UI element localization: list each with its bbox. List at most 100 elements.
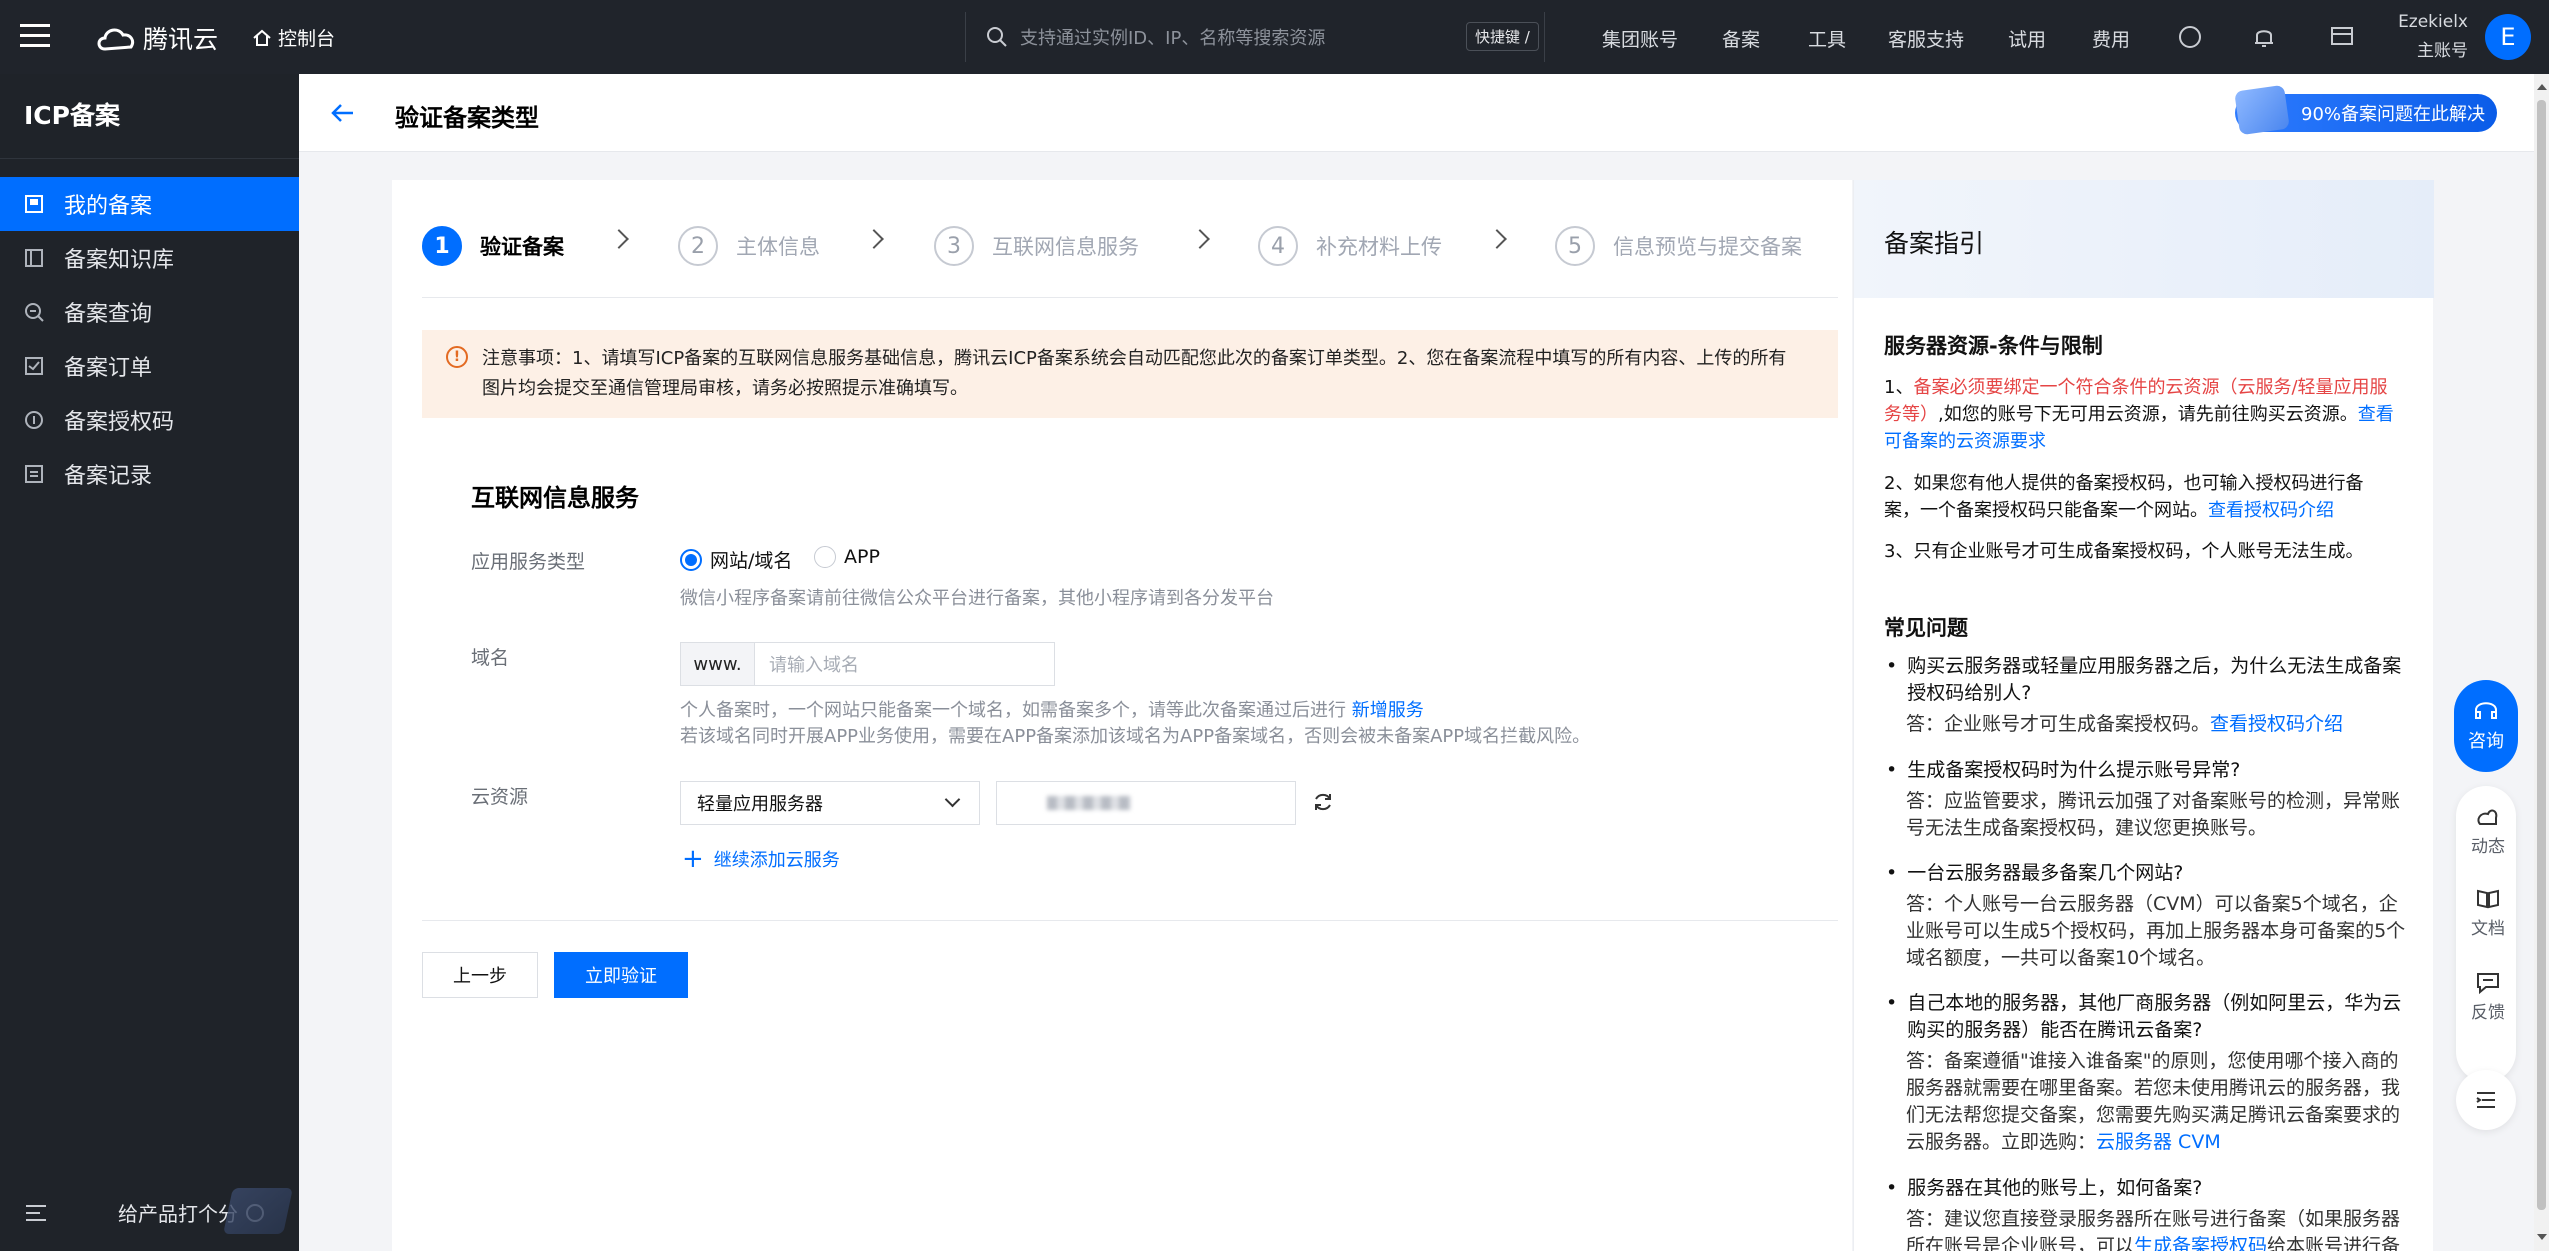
refresh-icon[interactable]	[1312, 791, 1334, 813]
consult-button[interactable]: 咨询	[2454, 680, 2518, 772]
faq-title: 常见问题	[1884, 616, 1968, 640]
faq-item-5: • 服务器在其他的账号上，如何备案? 答：建议您直接登录服务器所在账号进行备案（如…	[1886, 1175, 2406, 1251]
nav-support[interactable]: 客服支持	[1888, 25, 1964, 52]
book-icon	[2477, 889, 2499, 909]
step-label: 主体信息	[736, 235, 820, 259]
guide-item-1-text: ,如您的账号下无可用云资源，请先前往购买云资源。	[1938, 404, 2358, 425]
toc-button[interactable]	[2456, 1070, 2516, 1130]
nav-filing[interactable]: 备案	[1722, 25, 1760, 52]
docs-button[interactable]: 文档	[2460, 888, 2516, 939]
add-service-link[interactable]: 新增服务	[1352, 700, 1424, 721]
feedback-icon	[2477, 973, 2499, 994]
nav-billing[interactable]: 费用	[2092, 25, 2130, 52]
list-icon	[2476, 1092, 2495, 1108]
search-box[interactable]: 支持通过实例ID、IP、名称等搜索资源 快捷键 /	[965, 12, 1545, 62]
radio-app[interactable]: APP	[814, 546, 880, 568]
news-icon	[2477, 809, 2498, 825]
ai-assistant-icon[interactable]	[2179, 26, 2201, 48]
user-name: Ezekielx	[2398, 12, 2468, 32]
radio-website[interactable]: 网站/域名	[680, 546, 792, 573]
notice-line-2: 图片均会提交至通信管理局审核，请务必按照提示准确填写。	[482, 378, 968, 399]
faq-question: 一台云服务器最多备案几个网站?	[1907, 862, 2184, 884]
sidebar-item-record[interactable]: 备案记录	[0, 447, 299, 501]
add-cloud-service-label: 继续添加云服务	[713, 850, 840, 871]
sidebar-item-my-filing[interactable]: 我的备案	[0, 177, 299, 231]
step-number: 1	[422, 226, 462, 266]
sidebar-item-auth-code[interactable]: 备案授权码	[0, 393, 299, 447]
cloud-resource-select[interactable]: 轻量应用服务器	[680, 781, 980, 825]
prev-step-button[interactable]: 上一步	[422, 952, 538, 998]
verify-now-button[interactable]: 立即验证	[554, 952, 688, 998]
step-internet-service: 3 互联网信息服务	[934, 226, 1139, 266]
sidebar: ICP备案 我的备案 备案知识库 备案查询 备案订单 备案授权码 备案记录 给产…	[0, 74, 299, 1251]
page-scrollbar[interactable]	[2534, 74, 2549, 1251]
faq-question: 生成备案授权码时为什么提示账号异常?	[1907, 759, 2241, 781]
guide-section-title: 服务器资源-条件与限制	[1884, 334, 2103, 358]
faq-question: 自己本地的服务器，其他厂商服务器（例如阿里云，华为云购买的服务器）能否在腾讯云备…	[1907, 992, 2402, 1041]
feedback-button[interactable]: 反馈	[2460, 972, 2516, 1023]
tencent-cloud-logo[interactable]: 腾讯云	[95, 20, 218, 56]
console-link[interactable]: 控制台	[252, 24, 335, 51]
home-icon	[253, 29, 271, 46]
step-number: 2	[678, 226, 718, 266]
console-label: 控制台	[278, 28, 336, 50]
rate-decoration-image	[223, 1188, 293, 1234]
back-arrow-icon[interactable]	[331, 102, 355, 124]
faq-question: 购买云服务器或轻量应用服务器之后，为什么无法生成备案授权码给别人?	[1907, 655, 2402, 704]
nav-trial[interactable]: 试用	[2008, 25, 2046, 52]
step-number: 4	[1258, 226, 1298, 266]
inbox-icon[interactable]	[2330, 25, 2354, 47]
bell-icon[interactable]	[2253, 25, 2275, 49]
sidebar-item-order[interactable]: 备案订单	[0, 339, 299, 393]
auth-code-intro-link[interactable]: 查看授权码介绍	[2208, 500, 2334, 521]
sidebar-item-query[interactable]: 备案查询	[0, 285, 299, 339]
faq-link[interactable]: 云服务器 CVM	[2096, 1131, 2221, 1153]
step-label: 互联网信息服务	[992, 235, 1139, 259]
prev-step-label: 上一步	[453, 966, 507, 987]
faq-item-3: • 一台云服务器最多备案几个网站? 答：个人账号一台云服务器（CVM）可以备案5个…	[1886, 860, 2406, 972]
bullet: •	[1886, 992, 1898, 1014]
faq-answer: 答：企业账号才可生成备案授权码。	[1906, 713, 2211, 735]
guide-item-1: 1、备案必须要绑定一个符合条件的云资源（云服务/轻量应用服务等）,如您的账号下无…	[1884, 374, 2396, 455]
knowledge-icon	[24, 248, 44, 268]
form-divider	[422, 920, 1838, 921]
scrollbar-thumb[interactable]	[2537, 100, 2546, 1210]
domain-input[interactable]: 请输入域名	[755, 643, 859, 685]
brand-name: 腾讯云	[143, 25, 219, 54]
step-preview-submit: 5 信息预览与提交备案	[1555, 226, 1802, 266]
nav-group-account[interactable]: 集团账号	[1602, 25, 1678, 52]
scroll-down-arrow[interactable]	[2537, 1234, 2547, 1240]
avatar[interactable]: E	[2485, 14, 2531, 60]
faq-item-2: • 生成备案授权码时为什么提示账号异常? 答：应监管要求，腾讯云加强了对备案账号的…	[1886, 757, 2406, 842]
instance-select[interactable]	[996, 781, 1296, 825]
guide-item-2: 2、如果您有他人提供的备案授权码，也可输入授权码进行备案，一个备案授权码只能备案…	[1884, 470, 2396, 524]
collapse-sidebar-icon[interactable]	[26, 1205, 46, 1221]
sidebar-item-label: 备案授权码	[64, 410, 175, 435]
page-title: 验证备案类型	[395, 104, 539, 132]
sidebar-item-label: 备案知识库	[64, 248, 175, 273]
promo-book-icon	[2234, 84, 2290, 136]
menu-icon[interactable]	[20, 24, 50, 48]
faq-link[interactable]: 生成备案授权码	[2134, 1235, 2267, 1251]
step-number: 3	[934, 226, 974, 266]
search-input[interactable]: 支持通过实例ID、IP、名称等搜索资源	[1020, 24, 1325, 50]
radio-checked-icon	[680, 548, 702, 571]
faq-link[interactable]: 查看授权码介绍	[2210, 713, 2343, 735]
news-button[interactable]: 动态	[2460, 806, 2516, 857]
guide-title: 备案指引	[1884, 229, 1985, 258]
cloud-resource-label: 云资源	[471, 786, 529, 808]
user-role: 主账号	[2417, 41, 2468, 61]
query-icon	[24, 302, 44, 322]
order-icon	[24, 356, 44, 376]
nav-tools[interactable]: 工具	[1808, 25, 1846, 52]
add-cloud-service-button[interactable]: + 继续添加云服务	[682, 846, 840, 872]
radio-app-label: APP	[844, 546, 880, 568]
verify-now-label: 立即验证	[585, 966, 657, 987]
sidebar-item-knowledge[interactable]: 备案知识库	[0, 231, 299, 285]
avatar-letter: E	[2500, 23, 2516, 51]
my-filing-icon	[24, 194, 44, 214]
user-info[interactable]: Ezekielx 主账号	[2390, 12, 2468, 61]
bullet: •	[1886, 655, 1898, 677]
headset-icon	[2475, 702, 2497, 719]
scroll-up-arrow[interactable]	[2537, 84, 2547, 90]
